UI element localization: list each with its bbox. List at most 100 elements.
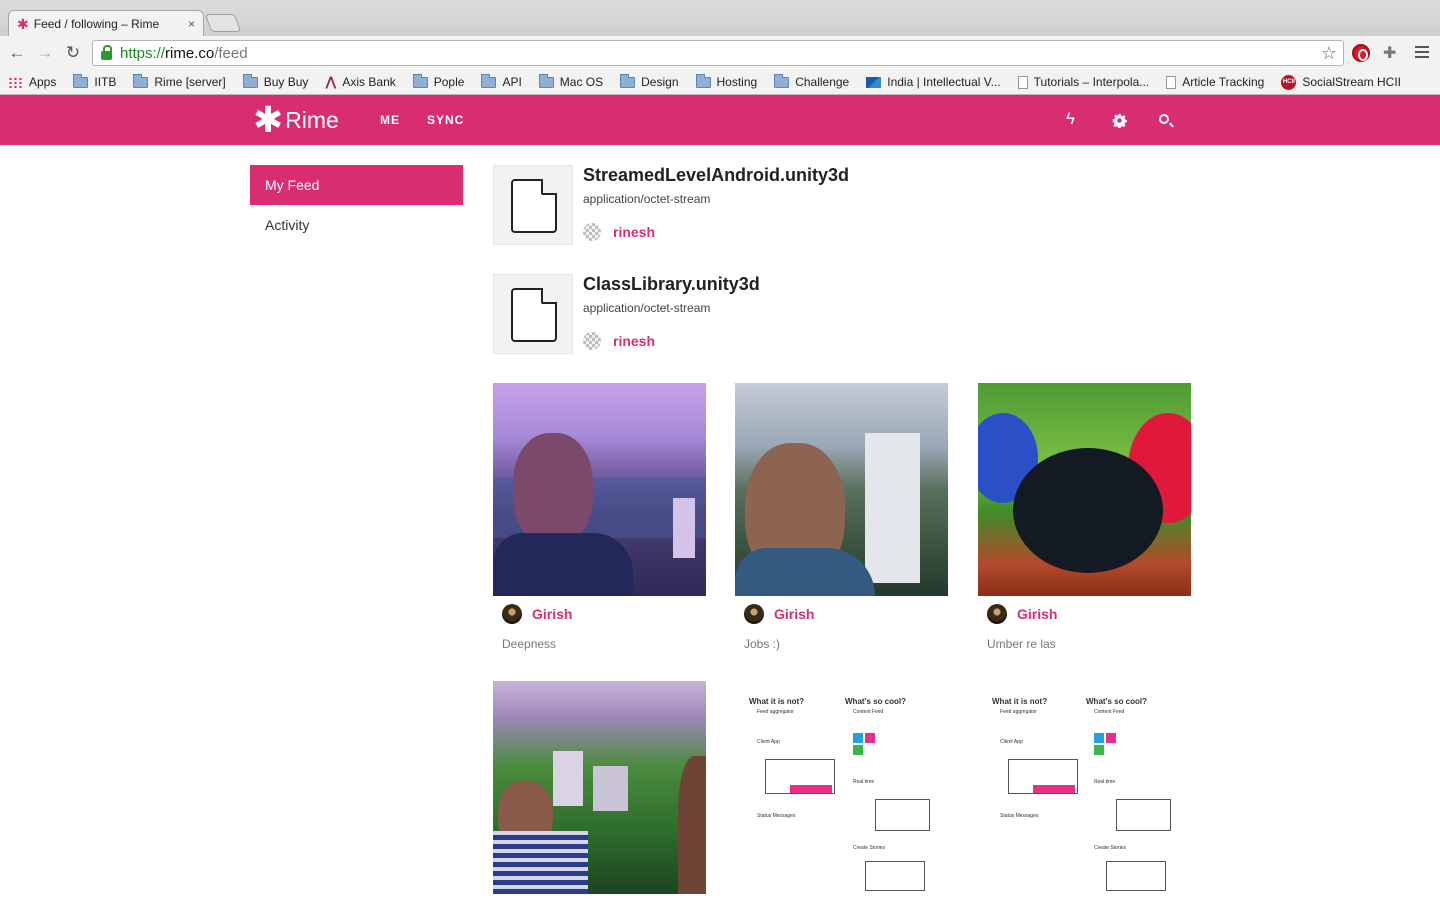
sidebar-item-activity[interactable]: Activity: [250, 205, 463, 245]
user-link[interactable]: Girish: [774, 606, 814, 622]
photo-card[interactable]: Girish Umber re las: [978, 383, 1191, 651]
bookmark-label: API: [502, 75, 522, 89]
bookmark-star-icon[interactable]: ☆: [1321, 43, 1337, 64]
sidebar-item-my-feed[interactable]: My Feed: [250, 165, 463, 205]
bookmark-label: Tutorials – Interpola...: [1033, 75, 1150, 89]
photo[interactable]: [735, 383, 948, 596]
folder-icon: [695, 73, 711, 88]
photo-card[interactable]: [493, 681, 706, 894]
photo-shirt: [493, 533, 633, 596]
photo[interactable]: [493, 383, 706, 596]
sheet-square: [1094, 733, 1104, 743]
file-name[interactable]: ClassLibrary.unity3d: [583, 274, 760, 295]
design-sheet-image[interactable]: What it is not? What's so cool? Feed agg…: [735, 681, 948, 894]
sheet-item: Real time: [1094, 779, 1116, 785]
reload-icon[interactable]: ↻: [64, 44, 82, 62]
bookmark-rime-server[interactable]: Rime [server]: [133, 73, 226, 89]
bookmark-api[interactable]: API: [481, 73, 522, 89]
page-icon: [1017, 75, 1028, 89]
bookmark-socialstream[interactable]: HCII SocialStream HCII: [1281, 74, 1402, 90]
sheet-item: Create Stories: [1094, 845, 1126, 851]
rime-logo[interactable]: ✱ Rime: [253, 99, 339, 140]
document-icon: [511, 288, 557, 342]
gear-icon[interactable]: [1112, 113, 1127, 128]
bookmark-mac-os[interactable]: Mac OS: [538, 73, 603, 89]
rime-favicon-icon: ✱: [17, 15, 29, 32]
file-name[interactable]: StreamedLevelAndroid.unity3d: [583, 165, 849, 186]
bookmark-pople[interactable]: Pople: [412, 73, 464, 89]
sheet-item: Create Stories: [853, 845, 885, 851]
design-sheet-card[interactable]: What it is not? What's so cool? Feed agg…: [735, 681, 948, 894]
sheet-item: Real time: [853, 779, 875, 785]
file-item[interactable]: ClassLibrary.unity3d application/octet-s…: [493, 274, 1093, 354]
photo-caption: Deepness: [502, 637, 557, 651]
sheet-square: [1094, 745, 1104, 755]
user-link[interactable]: Girish: [532, 606, 572, 622]
user-link[interactable]: rinesh: [613, 224, 655, 240]
url-path: /feed: [214, 44, 248, 62]
photo-card[interactable]: Girish Deepness: [493, 383, 706, 651]
new-tab-button[interactable]: [204, 14, 242, 32]
card-user[interactable]: Girish: [502, 604, 572, 624]
photo-building: [593, 766, 628, 811]
forward-arrow-icon[interactable]: →: [36, 44, 54, 62]
bookmark-tutorials[interactable]: Tutorials – Interpola...: [1017, 75, 1150, 89]
bookmark-apps[interactable]: Apps: [8, 75, 56, 89]
user-link[interactable]: Girish: [1017, 606, 1057, 622]
file-item[interactable]: StreamedLevelAndroid.unity3d application…: [493, 165, 1093, 245]
avatar: [987, 604, 1007, 624]
card-user[interactable]: Girish: [987, 604, 1057, 624]
file-user[interactable]: rinesh: [583, 332, 655, 350]
sheet-right-title: What's so cool?: [1086, 697, 1148, 706]
extension-puzzle-icon[interactable]: ✚: [1383, 43, 1396, 63]
avatar: [583, 223, 601, 241]
photo-person: [678, 756, 706, 894]
nav-sync[interactable]: SYNC: [427, 113, 464, 127]
folder-icon: [620, 73, 636, 88]
file-thumbnail[interactable]: [493, 165, 573, 245]
tab-close-icon[interactable]: ×: [188, 17, 195, 31]
address-bar[interactable]: https:// rime.co /feed ☆: [92, 40, 1344, 66]
nav-me[interactable]: ME: [380, 113, 400, 127]
design-sheet-card[interactable]: What it is not? What's so cool? Feed agg…: [978, 681, 1191, 894]
bookmark-india-ip[interactable]: India | Intellectual V...: [866, 75, 1001, 89]
browser-menu-icon[interactable]: [1415, 46, 1429, 58]
bookmarks-bar: Apps IITB Rime [server] Buy Buy ⋀ Axis Ba…: [0, 70, 1440, 94]
bookmark-buy-buy[interactable]: Buy Buy: [242, 73, 308, 89]
sheet-item: Status Messages: [1000, 813, 1039, 819]
sheet-item: Content Feed: [853, 709, 884, 715]
tab-strip: ✱ Feed / following – Rime ×: [0, 0, 1440, 36]
url-scheme: https://: [120, 44, 166, 62]
design-sheet-image[interactable]: What it is not? What's so cool? Feed agg…: [978, 681, 1191, 894]
bookmark-label: IITB: [94, 75, 117, 89]
file-thumbnail[interactable]: [493, 274, 573, 354]
search-icon[interactable]: [1159, 114, 1169, 124]
bookmark-challenge[interactable]: Challenge: [774, 73, 849, 89]
rime-asterisk-icon: ✱: [253, 99, 284, 140]
bookmark-label: SocialStream HCII: [1302, 75, 1402, 89]
photo[interactable]: [493, 681, 706, 894]
folder-icon: [242, 73, 258, 88]
bookmark-label: Article Tracking: [1182, 75, 1265, 89]
apps-grid-icon: [8, 76, 23, 88]
bookmark-article-tracking[interactable]: Article Tracking: [1166, 75, 1264, 89]
sheet-window: [1116, 799, 1171, 831]
bookmark-axis-bank[interactable]: ⋀ Axis Bank: [325, 74, 395, 90]
extension-power-icon[interactable]: [1352, 44, 1370, 62]
user-link[interactable]: rinesh: [613, 333, 655, 349]
url-host: rime.co: [165, 44, 215, 62]
back-arrow-icon[interactable]: ←: [8, 44, 26, 62]
folder-icon: [481, 73, 497, 88]
bookmark-design[interactable]: Design: [620, 73, 679, 89]
card-user[interactable]: Girish: [744, 604, 814, 624]
bookmark-iitb[interactable]: IITB: [73, 73, 117, 89]
photo[interactable]: [978, 383, 1191, 596]
bookmark-label: Apps: [29, 75, 57, 89]
bookmark-hosting[interactable]: Hosting: [695, 73, 757, 89]
axis-bank-icon: ⋀: [325, 74, 337, 89]
sheet-square: [1106, 733, 1116, 743]
photo-card[interactable]: Girish Jobs :): [735, 383, 948, 651]
lightning-icon[interactable]: ϟ: [1066, 109, 1075, 129]
browser-tab[interactable]: ✱ Feed / following – Rime ×: [8, 10, 204, 36]
file-user[interactable]: rinesh: [583, 223, 655, 241]
